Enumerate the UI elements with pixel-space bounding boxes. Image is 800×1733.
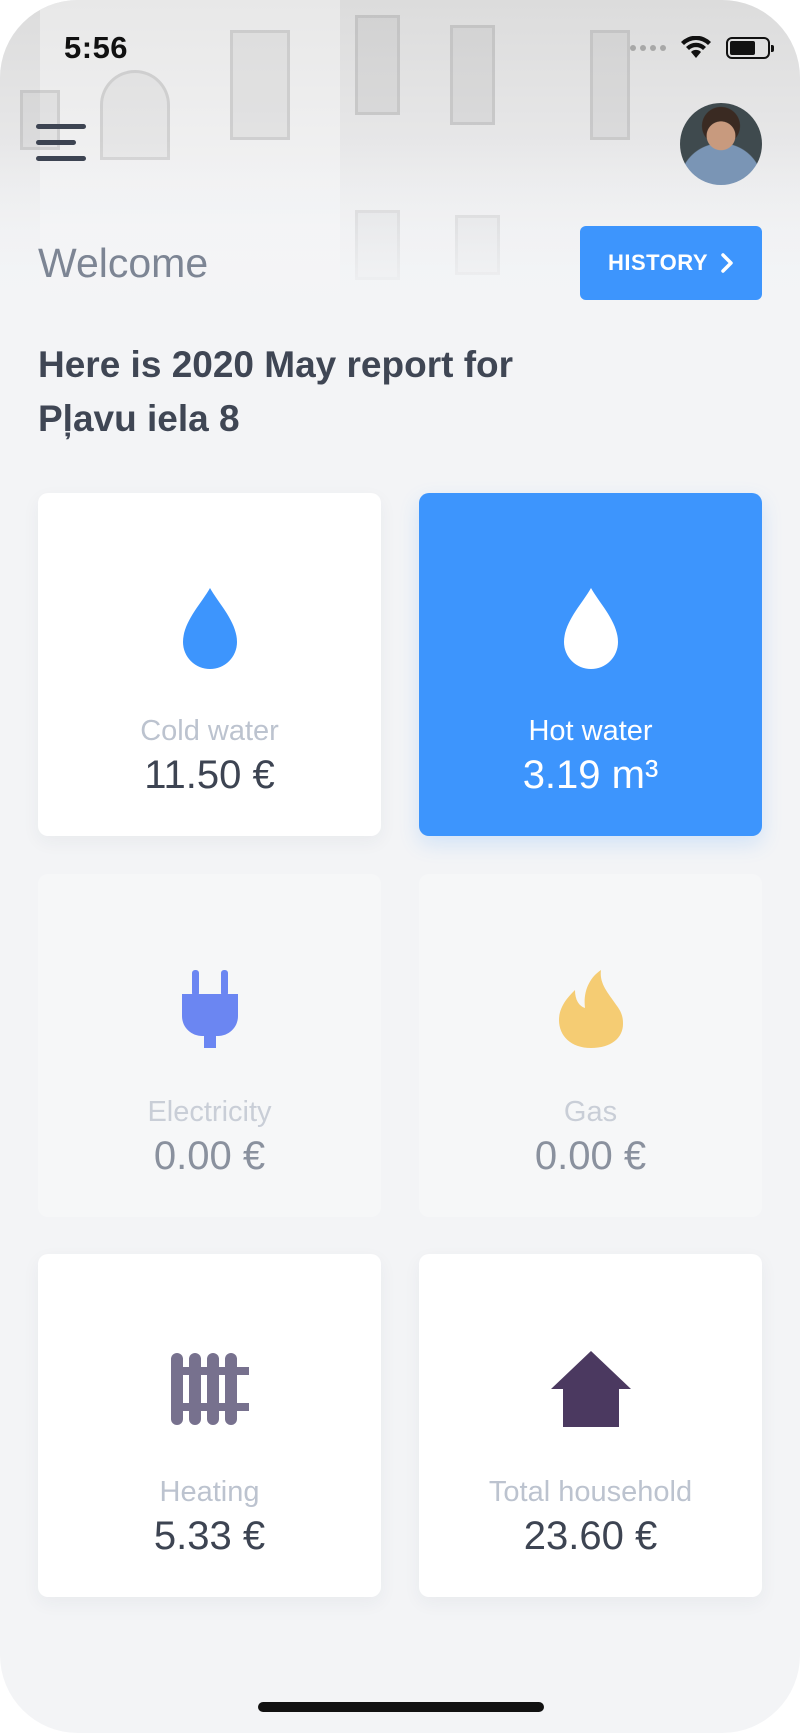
card-value: 3.19 m³ xyxy=(522,753,659,797)
user-avatar[interactable] xyxy=(680,103,762,185)
hamburger-menu-button[interactable] xyxy=(36,124,88,162)
total-household-card[interactable]: Total household 23.60 € xyxy=(419,1254,762,1597)
flame-icon xyxy=(558,970,623,1048)
house-icon xyxy=(550,1351,631,1427)
cold-water-card[interactable]: Cold water 11.50 € xyxy=(38,493,381,836)
card-label: Heating xyxy=(159,1476,260,1508)
card-value: 11.50 € xyxy=(144,753,275,797)
card-label: Cold water xyxy=(140,715,279,747)
wifi-icon xyxy=(681,36,711,58)
water-drop-icon xyxy=(182,588,237,669)
card-value: 5.33 € xyxy=(153,1514,266,1558)
gas-card[interactable]: Gas 0.00 € xyxy=(419,874,762,1217)
app-screen: 5:56 Welcome HISTORY Here is 2020 May re… xyxy=(0,0,800,1733)
history-button[interactable]: HISTORY xyxy=(580,226,762,300)
heating-card[interactable]: Heating 5.33 € xyxy=(38,1254,381,1597)
status-bar-indicators xyxy=(630,36,774,60)
card-label: Electricity xyxy=(147,1096,272,1128)
battery-icon xyxy=(726,37,774,59)
card-label: Hot water xyxy=(528,715,653,747)
home-indicator[interactable] xyxy=(258,1702,544,1712)
plug-icon xyxy=(181,970,238,1048)
report-title: Here is 2020 May report for Pļavu iela 8 xyxy=(38,338,638,446)
card-value: 23.60 € xyxy=(523,1514,658,1558)
card-value: 0.00 € xyxy=(153,1134,266,1178)
water-drop-icon xyxy=(563,588,618,669)
card-label: Total household xyxy=(488,1476,693,1508)
report-title-line1: Here is 2020 May report for xyxy=(38,344,514,385)
chevron-right-icon xyxy=(721,253,733,273)
card-value: 0.00 € xyxy=(534,1134,647,1178)
history-button-label: HISTORY xyxy=(607,250,709,275)
radiator-icon xyxy=(170,1353,249,1425)
hot-water-card[interactable]: Hot water 3.19 m³ xyxy=(419,493,762,836)
welcome-heading: Welcome xyxy=(38,240,209,286)
electricity-card[interactable]: Electricity 0.00 € xyxy=(38,874,381,1217)
status-bar-time: 5:56 xyxy=(64,30,129,65)
card-label: Gas xyxy=(563,1096,618,1128)
report-address: Pļavu iela 8 xyxy=(38,398,240,439)
cellular-signal-icon xyxy=(630,45,666,51)
